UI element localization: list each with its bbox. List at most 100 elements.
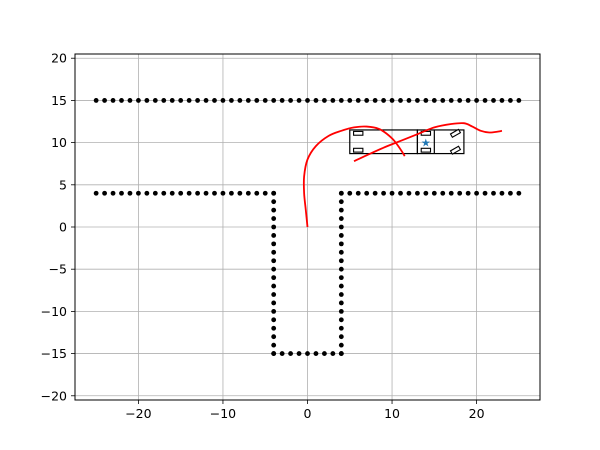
x-tick-label: −20 [125,406,151,421]
obstacle-point [271,308,277,314]
obstacle-point [440,98,446,103]
obstacle-point [313,98,319,103]
obstacle-point [93,98,99,103]
obstacle-point [161,190,167,196]
obstacle-point [415,190,420,196]
obstacle-point [178,98,184,103]
obstacle-point [338,241,344,247]
obstacle-point [364,98,370,103]
obstacle-point [254,98,260,103]
obstacle-point [245,98,251,103]
vehicle-wheel [353,147,364,153]
obstacle-point [161,98,167,103]
obstacle-point [338,334,344,340]
obstacle-point [220,98,226,103]
obstacle-point [338,292,344,297]
obstacle-point [271,224,277,230]
obstacle-point [338,275,344,281]
obstacle-point [448,98,454,103]
obstacle-point [237,98,243,103]
obstacle-point [110,190,116,196]
y-tick-label: −15 [41,346,67,361]
obstacle-point [110,98,116,103]
obstacle-point [423,190,429,196]
obstacle-point [288,351,293,356]
obstacle-point [448,190,454,196]
obstacle-point [271,300,277,306]
obstacle-point [406,190,412,196]
obstacle-point [322,351,327,356]
obstacle-point [508,98,513,103]
obstacle-point [372,190,378,196]
obstacle-point [338,216,344,221]
obstacle-point [465,190,471,196]
obstacle-point [338,199,344,205]
obstacle-point [152,190,158,196]
marker-layer: ★ [421,137,431,150]
y-tick-label: 10 [51,135,67,150]
obstacle-point [516,190,522,196]
obstacle-point [271,216,277,221]
obstacle-point [271,275,277,281]
obstacle-point [381,190,386,196]
vehicle-wheel [353,130,364,136]
obstacle-point [102,190,107,196]
obstacle-point [347,190,353,196]
obstacle-point [338,308,344,314]
obstacle-point [338,224,344,230]
obstacle-point [330,351,336,356]
y-tick-label: 20 [51,51,67,66]
obstacle-point [127,190,133,196]
y-tick-label: 5 [59,177,67,192]
obstacle-point [415,98,420,103]
obstacle-point [457,98,463,103]
obstacle-point [271,199,277,205]
obstacle-point [398,190,403,196]
obstacle-point [169,98,175,103]
obstacle-point [119,98,124,103]
obstacle-point [305,351,310,356]
x-tick-label: 10 [384,406,400,421]
obstacle-point [474,190,479,196]
obstacle-point [338,258,344,264]
obstacle-point [347,98,353,103]
obstacle-point [423,98,429,103]
obstacle-point [389,190,395,196]
obstacle-point [338,317,344,323]
obstacle-point [338,190,344,196]
obstacle-point [271,266,277,272]
obstacle-point [212,190,217,196]
obstacle-point [136,98,141,103]
obstacle-point [212,98,217,103]
obstacle-point [136,190,141,196]
obstacle-point [144,190,150,196]
obstacle-point [457,190,463,196]
obstacle-point [152,98,158,103]
obstacle-point [338,342,344,348]
obstacle-point [330,98,336,103]
obstacle-point [313,351,319,356]
obstacle-point [195,98,200,103]
x-tick-label: −10 [210,406,236,421]
obstacle-point [499,190,505,196]
obstacle-point [119,190,124,196]
obstacle-point [389,98,395,103]
obstacle-point [271,342,277,348]
obstacle-point [338,207,344,213]
obstacle-point [254,190,260,196]
obstacle-point [262,98,268,103]
obstacle-point [271,283,277,289]
obstacle-point [465,98,471,103]
obstacle-point [229,190,234,196]
obstacle-point [305,98,310,103]
obstacle-point [271,258,277,264]
obstacle-point [237,190,243,196]
obstacle-point [474,98,479,103]
obstacle-point [203,98,209,103]
obstacle-point [271,233,277,238]
obstacle-point [338,233,344,238]
obstacle-point [355,98,361,103]
obstacle-point [271,334,277,340]
obstacle-point [508,190,513,196]
obstacle-point [271,351,277,356]
